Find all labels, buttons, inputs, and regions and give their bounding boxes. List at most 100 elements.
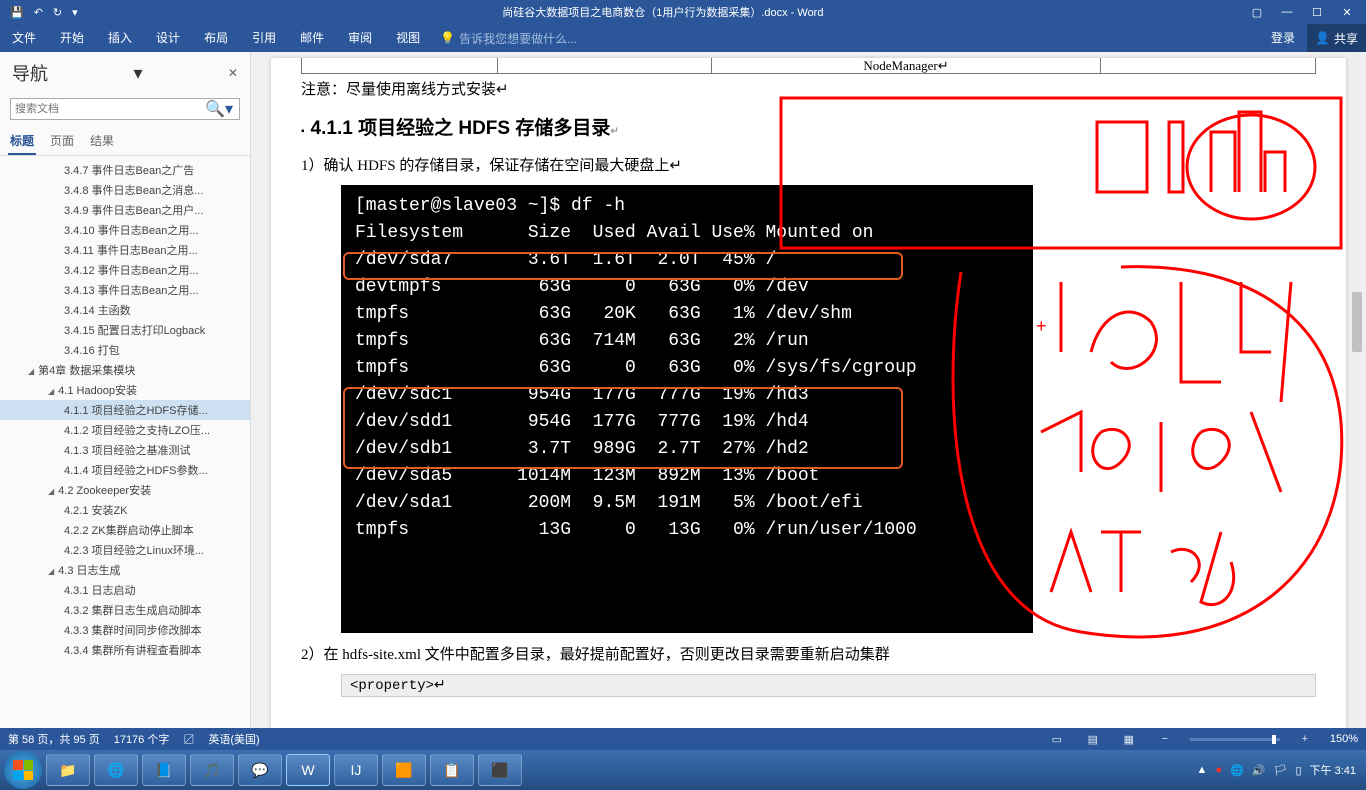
view-print-icon[interactable]: ▤ (1082, 733, 1104, 746)
nav-item[interactable]: 3.4.14 主函数 (0, 300, 250, 320)
bulb-icon: 💡 (440, 31, 455, 45)
scrollbar[interactable] (1350, 52, 1364, 728)
nav-search[interactable]: 🔍▾ (10, 98, 240, 120)
nav-item[interactable]: 第4章 数据采集模块 (0, 360, 250, 380)
tab-view[interactable]: 视图 (384, 24, 432, 52)
share-button[interactable]: 👤共享 (1307, 24, 1366, 52)
taskbar-word-icon[interactable]: W (286, 754, 330, 786)
nav-item[interactable]: 3.4.11 事件日志Bean之用... (0, 240, 250, 260)
maximize-icon[interactable]: ☐ (1306, 6, 1328, 19)
tab-references[interactable]: 引用 (240, 24, 288, 52)
nav-item[interactable]: 3.4.13 事件日志Bean之用... (0, 280, 250, 300)
close-icon[interactable]: ✕ (1336, 6, 1358, 19)
taskbar-explorer-icon[interactable]: 📁 (46, 754, 90, 786)
nav-item[interactable]: 3.4.16 打包 (0, 340, 250, 360)
nav-item[interactable]: 4.3.4 集群所有讲程查看脚本 (0, 640, 250, 660)
paragraph-2: 2）在 hdfs-site.xml 文件中配置多目录，最好提前配置好，否则更改目… (301, 643, 1316, 664)
status-wordcount[interactable]: 17176 个字 (114, 731, 170, 747)
tray-record-icon[interactable]: ● (1215, 764, 1222, 776)
qat-dropdown-icon[interactable]: ▾ (72, 6, 78, 19)
nav-item[interactable]: 3.4.9 事件日志Bean之用户... (0, 200, 250, 220)
nav-item[interactable]: 4.2.3 项目经验之Linux环境... (0, 540, 250, 560)
tray-volume-icon[interactable]: 🔊 (1252, 764, 1266, 777)
start-button[interactable] (4, 751, 42, 789)
nav-item[interactable]: 3.4.7 事件日志Bean之广告 (0, 160, 250, 180)
tray-flag-icon[interactable]: 🏳 (1274, 764, 1288, 777)
zoom-level[interactable]: 150% (1330, 733, 1358, 745)
nav-title: 导航▾✕ (0, 52, 250, 94)
nav-item[interactable]: 3.4.12 事件日志Bean之用... (0, 260, 250, 280)
status-page[interactable]: 第 58 页，共 95 页 (8, 731, 100, 747)
tab-mail[interactable]: 邮件 (288, 24, 336, 52)
tab-file[interactable]: 文件 (0, 24, 48, 52)
zoom-slider[interactable] (1190, 738, 1280, 741)
nav-item[interactable]: 4.1.2 项目经验之支持LZO压... (0, 420, 250, 440)
nav-item[interactable]: 4.2 Zookeeper安装 (0, 480, 250, 500)
nav-item[interactable]: 4.3.1 日志启动 (0, 580, 250, 600)
nav-tab-results[interactable]: 结果 (88, 128, 116, 155)
tell-me[interactable]: 💡告诉我您想要做什么... (432, 30, 577, 47)
tab-home[interactable]: 开始 (48, 24, 96, 52)
nav-item[interactable]: 3.4.15 配置日志打印Logback (0, 320, 250, 340)
taskbar-app3-icon[interactable]: 🟧 (382, 754, 426, 786)
tray-battery-icon[interactable]: ▯ (1295, 764, 1301, 777)
code-box: <property>↵ (341, 674, 1316, 697)
zoom-in-icon[interactable]: + (1294, 733, 1316, 745)
nav-item[interactable]: 4.1 Hadoop安装 (0, 380, 250, 400)
ribbon-options-icon[interactable]: ▢ (1246, 6, 1268, 19)
status-proof-icon[interactable]: 〼 (183, 731, 194, 747)
nav-item[interactable]: 4.1.1 项目经验之HDFS存储... (0, 400, 250, 420)
redo-icon[interactable]: ↻ (53, 6, 62, 19)
nav-tab-pages[interactable]: 页面 (48, 128, 76, 155)
tray-clock[interactable]: 下午 3:41 (1310, 762, 1356, 778)
nav-item[interactable]: 3.4.10 事件日志Bean之用... (0, 220, 250, 240)
zoom-out-icon[interactable]: − (1154, 733, 1176, 745)
tray-up-icon[interactable]: ▲ (1197, 764, 1208, 776)
highlight-box-1 (343, 252, 903, 280)
page: NodeManager↵ 注意：尽量使用离线方式安装↵ 4.1.1 项目经验之 … (271, 58, 1346, 728)
taskbar-browser-icon[interactable]: 🌐 (94, 754, 138, 786)
tab-layout[interactable]: 布局 (192, 24, 240, 52)
highlight-box-2 (343, 387, 903, 469)
document-area[interactable]: NodeManager↵ 注意：尽量使用离线方式安装↵ 4.1.1 项目经验之 … (251, 52, 1366, 728)
view-read-icon[interactable]: ▭ (1046, 733, 1068, 746)
nav-item[interactable]: 3.4.8 事件日志Bean之消息... (0, 180, 250, 200)
scrollbar-thumb[interactable] (1352, 292, 1362, 352)
system-tray: ▲ ● 🌐 🔊 🏳 ▯ 下午 3:41 (1197, 762, 1362, 778)
taskbar-app4-icon[interactable]: 📋 (430, 754, 474, 786)
save-icon[interactable]: 💾 (10, 6, 24, 19)
tab-design[interactable]: 设计 (144, 24, 192, 52)
taskbar-app2-icon[interactable]: 📘 (142, 754, 186, 786)
titlebar: 💾 ↶ ↻ ▾ 尚硅谷大数据项目之电商数仓（1用户行为数据采集）.docx - … (0, 0, 1366, 24)
taskbar-chat-icon[interactable]: 💬 (238, 754, 282, 786)
navigation-pane: 导航▾✕ 🔍▾ 标题 页面 结果 3.4.7 事件日志Bean之广告3.4.8 … (0, 52, 251, 728)
login-button[interactable]: 登录 (1259, 24, 1307, 52)
nav-close-icon[interactable]: ✕ (228, 66, 238, 80)
taskbar-ide-icon[interactable]: IJ (334, 754, 378, 786)
nav-item[interactable]: 4.1.4 项目经验之HDFS参数... (0, 460, 250, 480)
minimize-icon[interactable]: — (1276, 6, 1298, 19)
taskbar-music-icon[interactable]: 🎵 (190, 754, 234, 786)
ribbon-tabs: 文件 开始 插入 设计 布局 引用 邮件 审阅 视图 💡告诉我您想要做什么...… (0, 24, 1366, 52)
nav-item[interactable]: 4.1.3 项目经验之基准测试 (0, 440, 250, 460)
tab-insert[interactable]: 插入 (96, 24, 144, 52)
tab-review[interactable]: 审阅 (336, 24, 384, 52)
nav-item[interactable]: 4.3 日志生成 (0, 560, 250, 580)
nav-item[interactable]: 4.3.2 集群日志生成启动脚本 (0, 600, 250, 620)
search-icon[interactable]: 🔍▾ (199, 99, 239, 119)
status-language[interactable]: 英语(美国) (208, 731, 259, 747)
view-web-icon[interactable]: ▦ (1118, 733, 1140, 746)
nav-minimize-icon[interactable]: ▾ (133, 63, 142, 84)
nav-tree: 3.4.7 事件日志Bean之广告3.4.8 事件日志Bean之消息...3.4… (0, 156, 250, 728)
heading-4-1-1: 4.1.1 项目经验之 HDFS 存储多目录↵ (301, 113, 1316, 140)
nav-tab-headings[interactable]: 标题 (8, 128, 36, 155)
taskbar-app5-icon[interactable]: ⬛ (478, 754, 522, 786)
nav-item[interactable]: 4.2.1 安装ZK (0, 500, 250, 520)
nav-item[interactable]: 4.2.2 ZK集群启动停止脚本 (0, 520, 250, 540)
tray-network-icon[interactable]: 🌐 (1230, 764, 1244, 777)
nav-item[interactable]: 4.3.3 集群时间同步修改脚本 (0, 620, 250, 640)
search-input[interactable] (11, 103, 199, 115)
undo-icon[interactable]: ↶ (34, 6, 43, 19)
paragraph-1: 1）确认 HDFS 的存储目录，保证存储在空间最大硬盘上↵ (301, 154, 1316, 175)
table-fragment: NodeManager↵ (301, 58, 1316, 74)
